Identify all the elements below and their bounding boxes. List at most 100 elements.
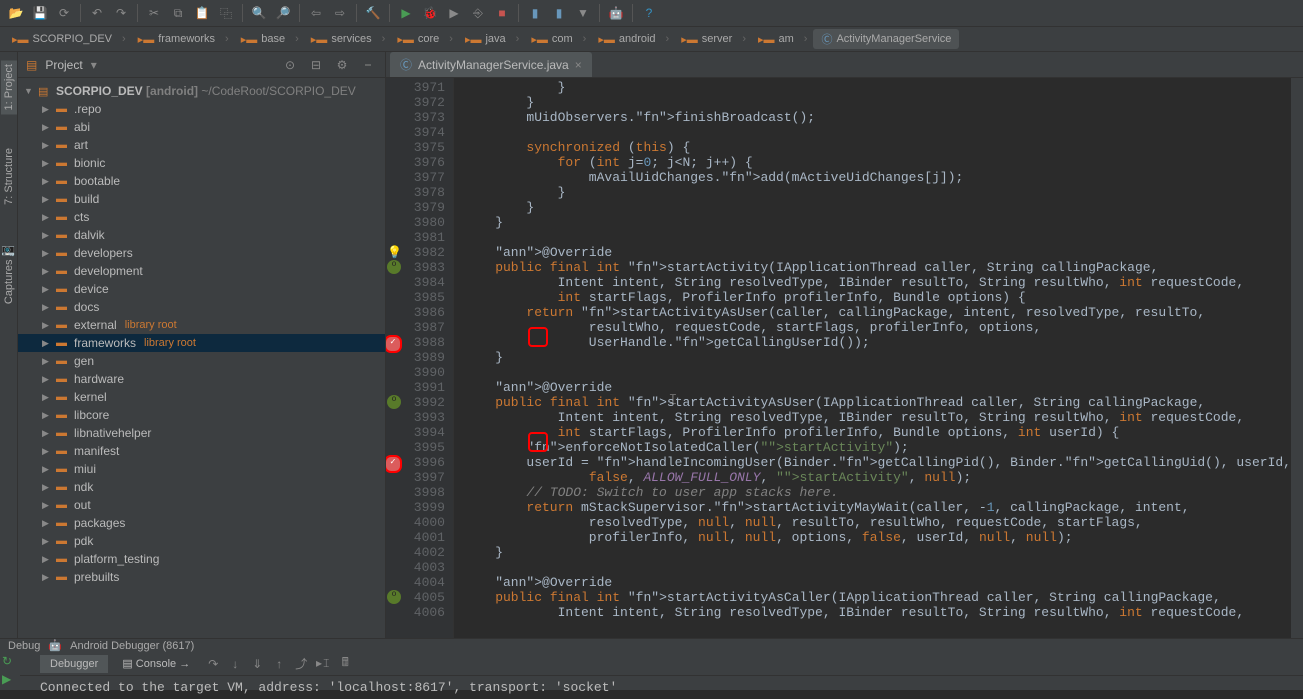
- debug-console[interactable]: Connected to the target VM, address: 'lo…: [20, 676, 1303, 699]
- crumb-am[interactable]: ▸▬am: [752, 31, 813, 48]
- run-icon[interactable]: ▶: [396, 3, 416, 23]
- forward-icon[interactable]: ⇨: [330, 3, 350, 23]
- editor-tabs: Ⓒ ActivityManagerService.java ×: [386, 52, 1303, 78]
- override-marker-icon[interactable]: o: [387, 260, 401, 274]
- tab-debugger[interactable]: Debugger: [40, 655, 108, 673]
- gutter[interactable]: 💡o✓o✓o 397139723973397439753976397739783…: [386, 78, 454, 638]
- save-icon[interactable]: 💾: [30, 3, 50, 23]
- project-tree[interactable]: ▼▤SCORPIO_DEV [android] ~/CodeRoot/SCORP…: [18, 78, 385, 638]
- vtab-captures[interactable]: Captures 📷: [0, 239, 17, 308]
- project-pane: ▤ Project ▾ ⊙ ⊟ ⚙ ⎯ ▼▤SCORPIO_DEV [andro…: [18, 52, 386, 638]
- tree-item-out[interactable]: ▶▬out: [18, 496, 385, 514]
- vtab-project[interactable]: 1: Project: [1, 60, 17, 114]
- redo-icon[interactable]: ↷: [111, 3, 131, 23]
- dup-icon[interactable]: ⿻: [216, 3, 236, 23]
- step-into-icon[interactable]: ↓: [226, 655, 244, 673]
- close-icon[interactable]: ×: [575, 58, 582, 72]
- debug-left-toolbar: ↻ ▶: [0, 652, 20, 699]
- tree-item-bootable[interactable]: ▶▬bootable: [18, 172, 385, 190]
- minimize-icon[interactable]: ⎯: [359, 56, 377, 74]
- editor-scrollmap[interactable]: [1291, 78, 1303, 638]
- override-marker-icon[interactable]: o: [387, 590, 401, 604]
- cut-icon[interactable]: ✂: [144, 3, 164, 23]
- build-icon[interactable]: 🔨: [363, 3, 383, 23]
- scroll-from-source-icon[interactable]: ⊙: [281, 56, 299, 74]
- collapse-icon[interactable]: ⊟: [307, 56, 325, 74]
- editor-body[interactable]: 💡o✓o✓o 397139723973397439753976397739783…: [386, 78, 1303, 638]
- step-out-icon[interactable]: ↑: [270, 655, 288, 673]
- force-step-into-icon[interactable]: ⇓: [248, 655, 266, 673]
- tree-item-miui[interactable]: ▶▬miui: [18, 460, 385, 478]
- tree-item-platform_testing[interactable]: ▶▬platform_testing: [18, 550, 385, 568]
- rerun-icon[interactable]: ↻: [2, 654, 18, 670]
- tree-item-external[interactable]: ▶▬externallibrary root: [18, 316, 385, 334]
- crumb-activitymanagerservice[interactable]: ⒸActivityManagerService: [813, 29, 959, 49]
- crumb-base[interactable]: ▸▬base: [235, 31, 305, 48]
- crumb-android[interactable]: ▸▬android: [592, 31, 675, 48]
- crumb-scorpio_dev[interactable]: ▸▬SCORPIO_DEV: [6, 31, 132, 48]
- tree-item-gen[interactable]: ▶▬gen: [18, 352, 385, 370]
- replace-icon[interactable]: 🔎: [273, 3, 293, 23]
- tree-item-art[interactable]: ▶▬art: [18, 136, 385, 154]
- tree-item-manifest[interactable]: ▶▬manifest: [18, 442, 385, 460]
- sdk2-icon[interactable]: ▼: [573, 3, 593, 23]
- breakpoint-icon[interactable]: ✓: [386, 335, 402, 353]
- tab-console[interactable]: ▤ Console →: [112, 654, 200, 673]
- paste-icon[interactable]: 📋: [192, 3, 212, 23]
- tree-item-abi[interactable]: ▶▬abi: [18, 118, 385, 136]
- tree-item-libcore[interactable]: ▶▬libcore: [18, 406, 385, 424]
- tree-item-bionic[interactable]: ▶▬bionic: [18, 154, 385, 172]
- undo-icon[interactable]: ↶: [87, 3, 107, 23]
- sync-icon[interactable]: ⟳: [54, 3, 74, 23]
- tree-item-development[interactable]: ▶▬development: [18, 262, 385, 280]
- avd-icon[interactable]: ▮: [525, 3, 545, 23]
- tree-item-docs[interactable]: ▶▬docs: [18, 298, 385, 316]
- tree-item-developers[interactable]: ▶▬developers: [18, 244, 385, 262]
- tree-item-dalvik[interactable]: ▶▬dalvik: [18, 226, 385, 244]
- gear-icon[interactable]: ⚙: [333, 56, 351, 74]
- tree-item-ndk[interactable]: ▶▬ndk: [18, 478, 385, 496]
- override-marker-icon[interactable]: o: [387, 395, 401, 409]
- tree-item-frameworks[interactable]: ▶▬frameworkslibrary root: [18, 334, 385, 352]
- search-icon[interactable]: 🔍: [249, 3, 269, 23]
- tree-item-.repo[interactable]: ▶▬.repo: [18, 100, 385, 118]
- tree-item-packages[interactable]: ▶▬packages: [18, 514, 385, 532]
- evaluate-icon[interactable]: 🖩: [336, 655, 354, 673]
- editor-tab-ams[interactable]: Ⓒ ActivityManagerService.java ×: [390, 52, 592, 77]
- tree-item-cts[interactable]: ▶▬cts: [18, 208, 385, 226]
- tree-root[interactable]: ▼▤SCORPIO_DEV [android] ~/CodeRoot/SCORP…: [18, 82, 385, 100]
- run-to-cursor-icon[interactable]: ▸𝙸: [314, 655, 332, 673]
- crumb-core[interactable]: ▸▬core: [391, 31, 459, 48]
- code-area[interactable]: } } mUidObservers."fn">finishBroadcast()…: [454, 78, 1291, 638]
- intention-bulb-icon[interactable]: 💡: [387, 245, 401, 259]
- back-icon[interactable]: ⇦: [306, 3, 326, 23]
- apply-icon[interactable]: ▶: [444, 3, 464, 23]
- crumb-java[interactable]: ▸▬java: [459, 31, 525, 48]
- drop-frame-iconfourteen[interactable]: ⤴: [292, 655, 310, 673]
- vtab-structure[interactable]: 7: Structure: [1, 144, 17, 209]
- tree-item-libnativehelper[interactable]: ▶▬libnativehelper: [18, 424, 385, 442]
- debug-icon[interactable]: 🐞: [420, 3, 440, 23]
- editor: Ⓒ ActivityManagerService.java × 💡o✓o✓o 3…: [386, 52, 1303, 638]
- tree-item-build[interactable]: ▶▬build: [18, 190, 385, 208]
- debug-label: Debug: [8, 640, 40, 652]
- crumb-services[interactable]: ▸▬services: [305, 31, 392, 48]
- tree-item-hardware[interactable]: ▶▬hardware: [18, 370, 385, 388]
- crumb-com[interactable]: ▸▬com: [525, 31, 592, 48]
- tree-item-device[interactable]: ▶▬device: [18, 280, 385, 298]
- crumb-frameworks[interactable]: ▸▬frameworks: [132, 31, 235, 48]
- breakpoint-icon[interactable]: ✓: [386, 455, 402, 473]
- stop-icon[interactable]: ■: [492, 3, 512, 23]
- sdk-icon[interactable]: ▮: [549, 3, 569, 23]
- attach-icon[interactable]: ⎆: [468, 3, 488, 23]
- tree-item-prebuilts[interactable]: ▶▬prebuilts: [18, 568, 385, 586]
- help-icon[interactable]: ?: [639, 3, 659, 23]
- resume-icon[interactable]: ▶: [2, 672, 18, 688]
- tree-item-kernel[interactable]: ▶▬kernel: [18, 388, 385, 406]
- open-icon[interactable]: 📂: [6, 3, 26, 23]
- step-over-icon[interactable]: ↷: [204, 655, 222, 673]
- copy-icon[interactable]: ⧉: [168, 3, 188, 23]
- android-icon[interactable]: 🤖: [606, 3, 626, 23]
- crumb-server[interactable]: ▸▬server: [675, 31, 752, 48]
- tree-item-pdk[interactable]: ▶▬pdk: [18, 532, 385, 550]
